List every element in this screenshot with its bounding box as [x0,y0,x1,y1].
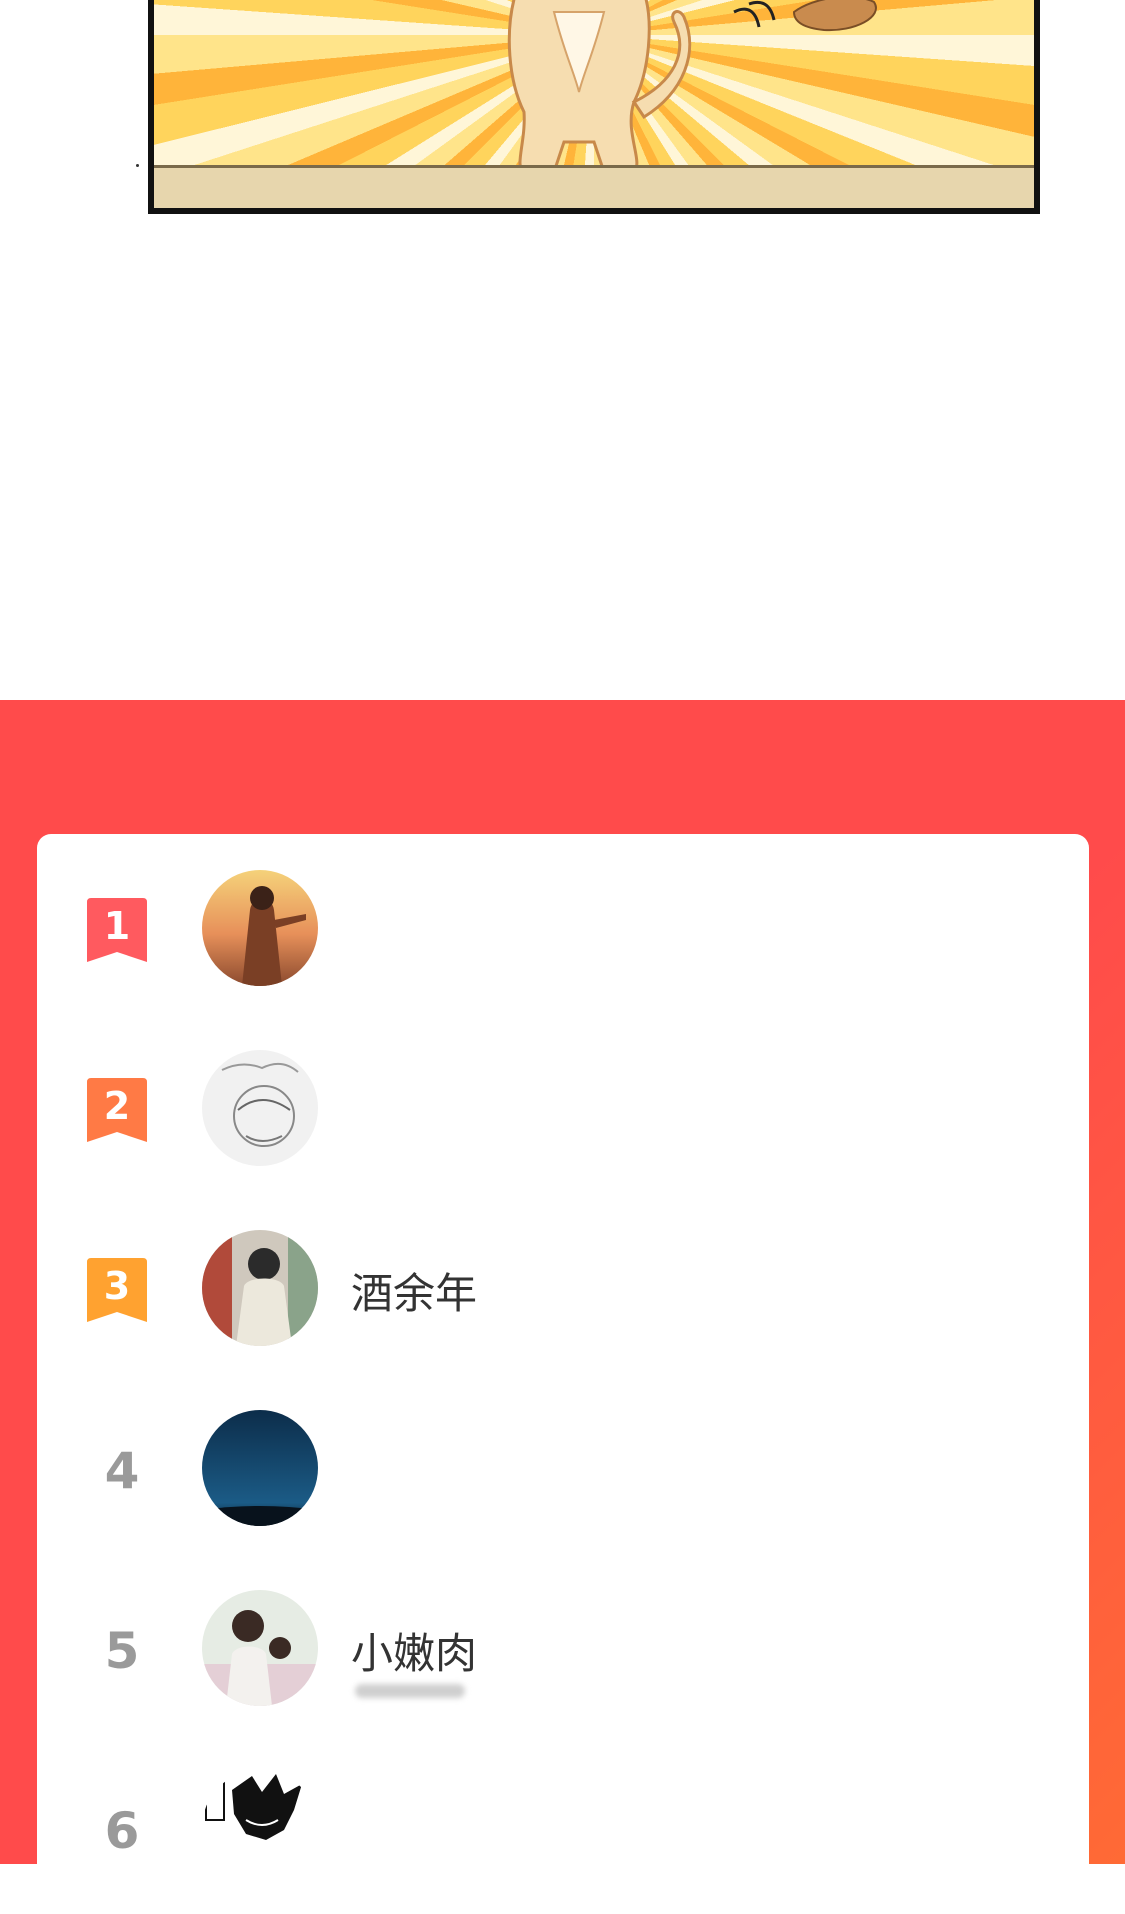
user-avatar[interactable] [202,1770,318,1886]
fan-ranking-section: 1 2 3 酒余年 4 5 小嫩肉 6 [0,700,1125,1894]
rank-number: 5 [104,1622,140,1680]
ranking-row[interactable]: 2 [37,1014,1089,1194]
comic-floor [154,165,1034,208]
rank-badge: 2 [87,1078,147,1142]
rank-badge: 3 [87,1258,147,1322]
rank-badge-number: 1 [103,904,131,948]
ranking-card: 1 2 3 酒余年 4 5 小嫩肉 6 [37,834,1089,1894]
ranking-row[interactable]: 1 [37,834,1089,1014]
user-avatar[interactable] [202,870,318,986]
user-subtitle-blurred [355,1684,465,1698]
rank-badge-number: 2 [103,1084,131,1128]
user-name: 酒余年 [351,1269,478,1318]
ranking-row[interactable]: 5 小嫩肉 [37,1554,1089,1734]
ranking-row[interactable]: 4 [37,1374,1089,1554]
rank-number: 6 [104,1802,140,1860]
user-name: 小嫩肉 [351,1629,478,1678]
rank-badge: 1 [87,898,147,962]
rank-number: 4 [104,1442,140,1500]
user-avatar[interactable] [202,1410,318,1526]
ranking-row[interactable]: 3 酒余年 [37,1194,1089,1374]
user-avatar[interactable] [202,1230,318,1346]
rank-badge-number: 3 [103,1264,131,1308]
ranking-row[interactable]: 6 [37,1734,1089,1914]
user-avatar[interactable] [202,1050,318,1166]
stray-dot [136,164,139,167]
user-avatar[interactable] [202,1590,318,1706]
comic-panel [148,0,1040,214]
